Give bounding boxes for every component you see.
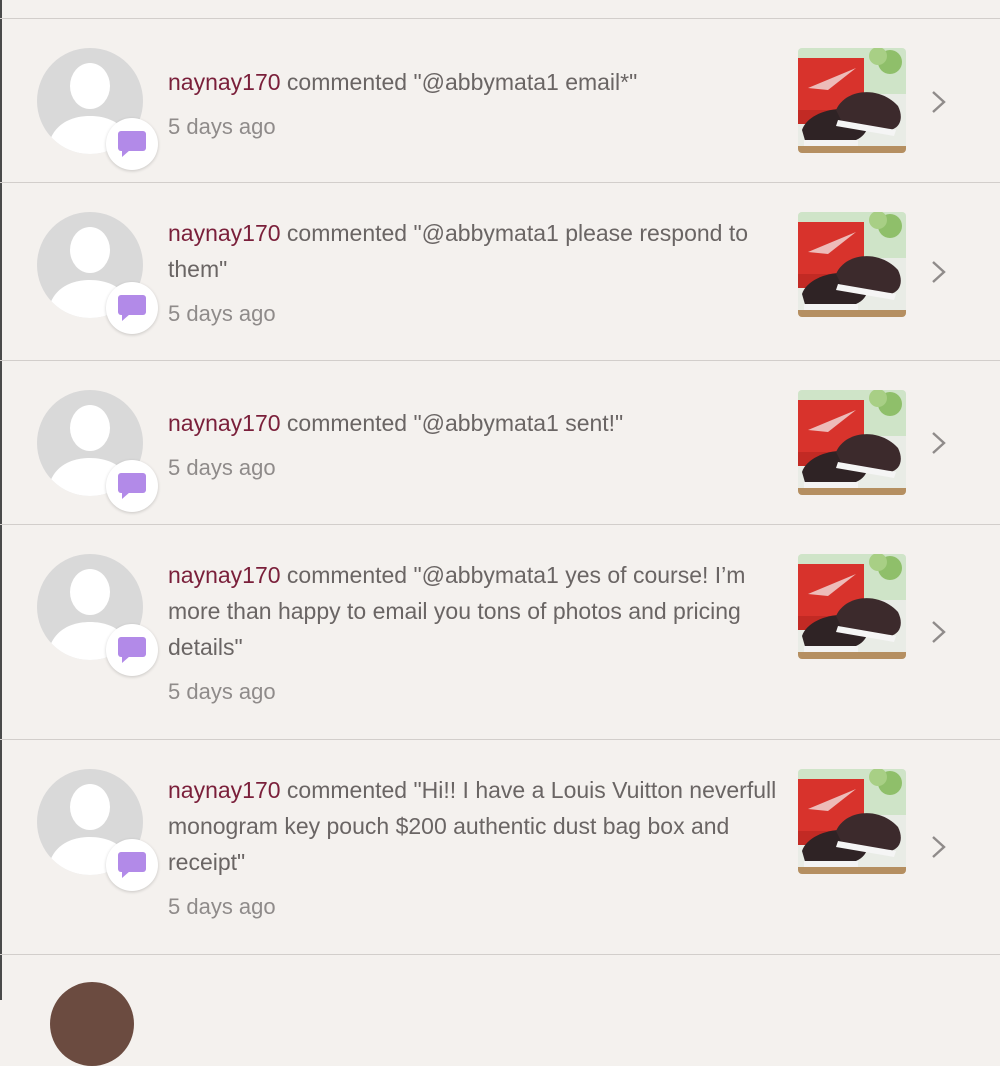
chevron-right-icon[interactable] — [930, 260, 946, 284]
divider — [0, 360, 1000, 361]
product-thumbnail[interactable] — [798, 390, 906, 495]
divider — [0, 182, 1000, 183]
divider — [0, 954, 1000, 955]
timestamp: 5 days ago — [168, 301, 276, 326]
timestamp: 5 days ago — [168, 455, 276, 480]
username[interactable]: naynay170 — [168, 777, 281, 803]
product-thumbnail[interactable] — [798, 212, 906, 317]
chevron-right-icon[interactable] — [930, 431, 946, 455]
chevron-right-icon[interactable] — [930, 620, 946, 644]
product-thumbnail[interactable] — [798, 48, 906, 153]
notification-text: naynay170 commented "Hi!! I have a Louis… — [168, 772, 778, 925]
comment-badge — [106, 460, 158, 512]
user-avatar[interactable] — [50, 982, 134, 1066]
product-thumbnail[interactable] — [798, 554, 906, 659]
comment-bubble-icon — [118, 131, 146, 157]
timestamp: 5 days ago — [168, 114, 276, 139]
divider — [0, 739, 1000, 740]
divider — [0, 524, 1000, 525]
product-thumbnail[interactable] — [798, 769, 906, 874]
comment-badge — [106, 118, 158, 170]
notification-item[interactable]: naynay170 commented "@abbymata1 email*" … — [0, 0, 1000, 182]
comment-bubble-icon — [118, 295, 146, 321]
username[interactable]: naynay170 — [168, 220, 281, 246]
username[interactable]: naynay170 — [168, 410, 281, 436]
notification-text: naynay170 commented "@abbymata1 sent!" 5… — [168, 405, 778, 486]
comment-text: commented "@abbymata1 sent!" — [280, 410, 624, 436]
comment-badge — [106, 839, 158, 891]
comment-bubble-icon — [118, 852, 146, 878]
username[interactable]: naynay170 — [168, 562, 281, 588]
notification-text: naynay170 commented "@abbymata1 email*" … — [168, 64, 778, 145]
notification-text: naynay170 commented "@abbymata1 yes of c… — [168, 557, 778, 710]
comment-bubble-icon — [118, 473, 146, 499]
notification-text: naynay170 commented "@abbymata1 please r… — [168, 215, 778, 332]
timestamp: 5 days ago — [168, 894, 276, 919]
timestamp: 5 days ago — [168, 679, 276, 704]
comment-bubble-icon — [118, 637, 146, 663]
comment-text: commented "@abbymata1 email*" — [280, 69, 638, 95]
comment-badge — [106, 282, 158, 334]
chevron-right-icon[interactable] — [930, 90, 946, 114]
comment-badge — [106, 624, 158, 676]
username[interactable]: naynay170 — [168, 69, 281, 95]
chevron-right-icon[interactable] — [930, 835, 946, 859]
